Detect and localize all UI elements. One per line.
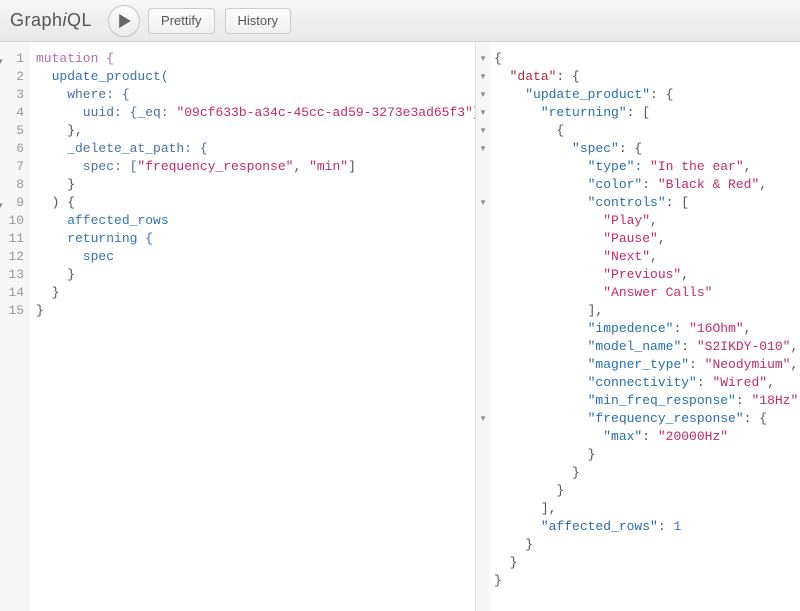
history-button[interactable]: History [225,8,291,34]
query-editor[interactable]: mutation { update_product( where: { uuid… [30,42,475,611]
execute-button[interactable] [108,5,140,37]
toolbar: GraphiQL Prettify History [0,0,800,42]
prettify-button[interactable]: Prettify [148,8,214,34]
line-number-gutter: 1▾23456789▾101112131415 [0,42,30,611]
result-fold-gutter: ▾▾▾▾▾▾▾▾ [476,42,490,611]
app-logo: GraphiQL [10,10,92,31]
result-viewer[interactable]: { "data": { "update_product": { "returni… [490,42,800,611]
workspace: 1▾23456789▾101112131415 mutation { updat… [0,42,800,611]
result-pane: ▾▾▾▾▾▾▾▾ { "data": { "update_product": {… [476,42,800,611]
play-icon [119,14,131,28]
query-editor-pane: 1▾23456789▾101112131415 mutation { updat… [0,42,476,611]
